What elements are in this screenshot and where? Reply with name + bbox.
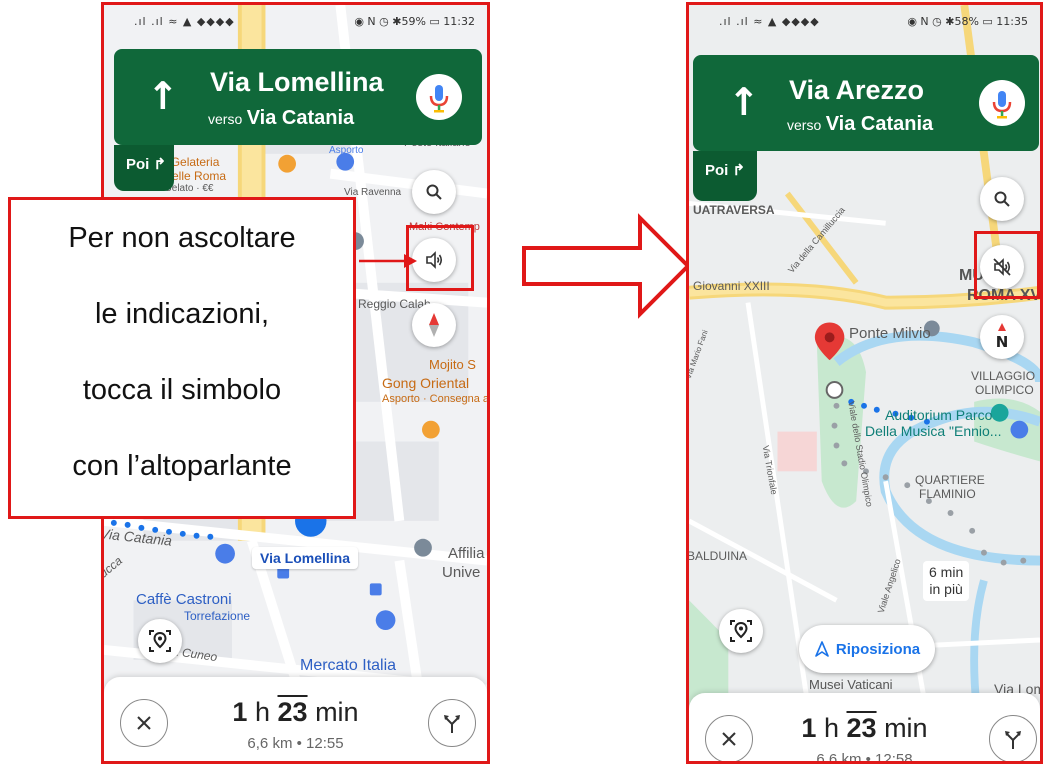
signal-icons: .ıl .ıl ≈ ▲ ◆◆◆◆ bbox=[719, 14, 820, 28]
toward-street: Via Catania bbox=[825, 113, 934, 135]
search-icon bbox=[994, 191, 1010, 207]
map-label: Asporto bbox=[329, 145, 364, 156]
map-label: Affilia bbox=[448, 545, 485, 562]
map-label: Auditorium Parco bbox=[885, 407, 993, 423]
map-label: Gong Oriental bbox=[382, 375, 470, 391]
current-street-chip: Via Lomellina bbox=[252, 547, 358, 569]
clock: 11:35 bbox=[996, 14, 1028, 28]
microphone-button[interactable] bbox=[979, 80, 1025, 126]
alternate-routes-button[interactable] bbox=[428, 699, 476, 747]
svg-text:N: N bbox=[996, 333, 1009, 351]
status-right: ◉ N ◷ ✱59% ▭ 11:32 bbox=[354, 14, 475, 28]
status-bar: .ıl .ıl ≈ ▲ ◆◆◆◆ ◉ N ◷ ✱58% ▭ 11:35 bbox=[689, 5, 1040, 37]
map-label: BALDUINA bbox=[687, 549, 748, 563]
map-label: Mercato Italia bbox=[300, 657, 397, 674]
recenter-label: Riposiziona bbox=[835, 640, 921, 658]
trip-distance-eta: 6,6 km • 12:55 bbox=[247, 735, 344, 752]
callout-line: tocca il simbolo bbox=[82, 374, 282, 406]
trip-summary-panel: 1 h 23 min 6,6 km • 12:55 bbox=[104, 677, 487, 761]
trip-duration: 1 h 23 min bbox=[801, 713, 928, 743]
map-label: Giovanni XXIII bbox=[693, 279, 770, 293]
compass-north-icon: N bbox=[996, 323, 1009, 351]
navigation-instruction-card[interactable]: ↑ Via Arezzo verso Via Catania bbox=[693, 55, 1039, 151]
speaker-muted-highlight-box bbox=[974, 231, 1040, 299]
report-location-button[interactable] bbox=[138, 619, 182, 663]
toward-street: Via Catania bbox=[246, 107, 355, 129]
next-street: Via Lomellina bbox=[210, 67, 384, 97]
phone-screen-after: .ıl .ıl ≈ ▲ ◆◆◆◆ ◉ N ◷ ✱58% ▭ 11:35 UATR… bbox=[686, 2, 1043, 764]
next-street: Via Arezzo bbox=[789, 75, 925, 105]
route-fork-icon bbox=[1005, 731, 1021, 749]
search-button[interactable] bbox=[412, 170, 456, 214]
callout-line: Per non ascoltare bbox=[68, 222, 296, 254]
status-bar: .ıl .ıl ≈ ▲ ◆◆◆◆ ◉ N ◷ ✱59% ▭ 11:32 bbox=[104, 5, 487, 37]
map-label: FLAMINIO bbox=[919, 487, 976, 501]
navigation-instruction-card[interactable]: ↑ Via Lomellina verso Via Catania bbox=[114, 49, 482, 145]
instruction-callout: Per non ascoltare le indicazioni, tocca … bbox=[8, 197, 356, 519]
clock: 11:32 bbox=[443, 14, 475, 28]
location-pin-icon bbox=[149, 630, 171, 652]
transition-arrow-icon bbox=[522, 213, 691, 319]
report-location-button[interactable] bbox=[719, 609, 763, 653]
arrow-up-icon: ↑ bbox=[728, 80, 760, 124]
recenter-button[interactable]: Riposiziona bbox=[799, 625, 935, 673]
alternate-routes-button[interactable] bbox=[989, 715, 1037, 761]
tutorial-stage: .ıl .ıl ≈ ▲ ◆◆◆◆ ◉ N ◷ ✱59% ▭ 11:32 ette… bbox=[0, 0, 1043, 766]
compass-north-button[interactable]: N bbox=[980, 315, 1024, 359]
callout-line: le indicazioni, bbox=[94, 298, 270, 330]
extra-time-label: 6 min in più bbox=[923, 561, 970, 601]
map-label: Musei Vaticani bbox=[809, 677, 893, 692]
compass-icon bbox=[429, 313, 439, 337]
microphone-icon bbox=[429, 85, 449, 113]
signal-icons: .ıl .ıl ≈ ▲ ◆◆◆◆ bbox=[134, 14, 235, 28]
trip-distance-eta: 6,6 km • 12:58 bbox=[816, 751, 913, 764]
map-label: Mojito S bbox=[429, 357, 476, 372]
map-label: Asporto · Consegna a bbox=[382, 393, 490, 405]
microphone-button[interactable] bbox=[416, 74, 462, 120]
map-label: OLIMPICO bbox=[975, 383, 1034, 397]
route-fork-icon bbox=[444, 715, 460, 733]
status-right: ◉ N ◷ ✱58% ▭ 11:35 bbox=[907, 14, 1028, 28]
map-label: Caffè Castroni bbox=[136, 591, 232, 608]
location-pin-icon bbox=[730, 620, 752, 642]
callout-line: con l’altoparlante bbox=[72, 450, 292, 482]
pointer-arrow-icon bbox=[359, 254, 417, 268]
then-instruction-chip[interactable]: Poi ↱ bbox=[114, 145, 174, 191]
compass-button[interactable] bbox=[412, 303, 456, 347]
search-button[interactable] bbox=[980, 177, 1024, 221]
search-icon bbox=[426, 184, 442, 200]
then-instruction-chip[interactable]: Poi ↱ bbox=[693, 151, 757, 201]
map-label: Della Musica "Ennio... bbox=[865, 423, 1002, 439]
map-label: UATRAVERSA bbox=[693, 203, 775, 217]
arrow-up-icon: ↑ bbox=[147, 74, 179, 118]
map-label: Torrefazione bbox=[184, 609, 251, 623]
navigation-arrow-icon bbox=[815, 641, 829, 657]
map-label: QUARTIERE bbox=[915, 473, 985, 487]
trip-summary-panel: 1 h 23 min 6,6 km • 12:58 bbox=[689, 693, 1040, 764]
map-label: VILLAGGIO bbox=[971, 369, 1036, 383]
microphone-icon bbox=[992, 91, 1012, 119]
map-label: Unive bbox=[442, 564, 481, 581]
map-label: Ponte Milvio bbox=[849, 325, 931, 342]
